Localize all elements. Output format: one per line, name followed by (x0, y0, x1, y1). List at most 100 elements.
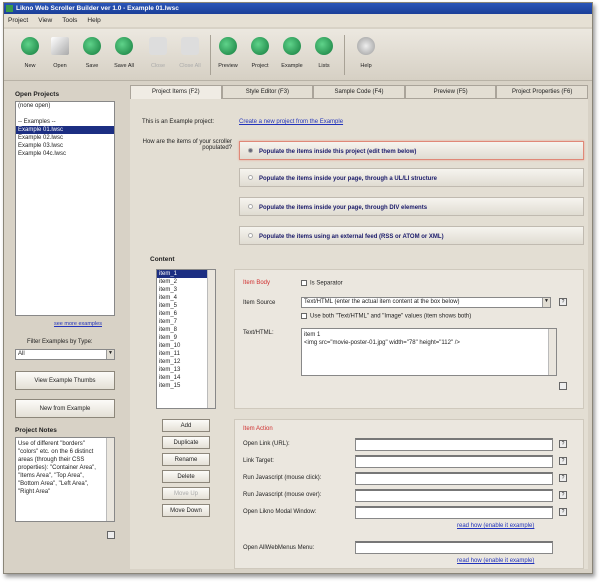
rename-button[interactable]: Rename (162, 453, 210, 466)
help-icon[interactable]: ? (559, 440, 567, 448)
item-body-panel: Item Body Is Separator Item Source Text/… (234, 269, 584, 409)
tab-preview[interactable]: Preview (F5) (404, 85, 497, 99)
chevron-down-icon: ▼ (542, 298, 550, 307)
list-item[interactable]: (none open) (16, 102, 114, 110)
action-field-input[interactable] (355, 438, 553, 451)
help-icon[interactable]: ? (559, 491, 567, 499)
close-all-icon (181, 37, 199, 55)
lists-button[interactable]: Lists (310, 37, 338, 69)
read-how-link[interactable]: read how (enable it example) (457, 558, 534, 564)
move-up-button[interactable]: Move Up (162, 487, 210, 500)
help-icon[interactable]: ? (559, 457, 567, 465)
use-both-checkbox[interactable]: Use both "Text/HTML" and "Image" values … (301, 313, 471, 320)
list-item[interactable]: item_9 (157, 334, 207, 342)
close-all-button[interactable]: Close All (176, 37, 204, 69)
action-field-input[interactable] (355, 489, 553, 502)
filter-value: All (18, 351, 25, 357)
tab-project-items[interactable]: Project Items (F2) (130, 85, 222, 99)
expand-icon[interactable] (107, 531, 115, 539)
items-list[interactable]: item_1 item_2 item_3 item_4 item_5 item_6 item… (156, 269, 216, 409)
populate-option-div[interactable]: Populate the items inside your page, thr… (239, 197, 584, 216)
populate-option-feed[interactable]: Populate the items using an external fee… (239, 226, 584, 245)
separator-checkbox[interactable]: Is Separator (301, 280, 343, 287)
action-field-input[interactable] (355, 455, 553, 468)
tab-sample-code[interactable]: Sample Code (F4) (313, 85, 405, 99)
close-button[interactable]: Close (144, 37, 172, 69)
action-field-label: Run Javascript (mouse over): (243, 492, 322, 498)
create-from-example-link[interactable]: Create a new project from the Example (239, 119, 343, 125)
menu-help[interactable]: Help (87, 17, 100, 24)
list-item[interactable]: Example 04c.lwsc (16, 150, 114, 158)
list-item (16, 110, 114, 118)
list-item[interactable]: item_4 (157, 294, 207, 302)
list-item[interactable]: item_7 (157, 318, 207, 326)
save-all-button[interactable]: Save All (110, 37, 138, 69)
list-item[interactable]: item_1 (157, 270, 207, 278)
tab-style-editor[interactable]: Style Editor (F3) (221, 85, 314, 99)
checkbox[interactable] (301, 313, 307, 319)
help-icon[interactable]: ? (559, 474, 567, 482)
list-item[interactable]: item_13 (157, 366, 207, 374)
see-more-examples-link[interactable]: see more examples (54, 321, 102, 327)
list-item: -- Examples -- (18, 119, 56, 125)
read-how-link[interactable]: read how (enable it example) (457, 523, 534, 529)
item-source-label: Item Source (243, 300, 276, 306)
project-notes-textarea[interactable]: Use of different "borders" "colors" etc.… (15, 437, 115, 522)
label: Close All (179, 63, 201, 69)
filter-select[interactable]: All ▼ (15, 349, 115, 360)
open-projects-list[interactable]: (none open) -- Examples -- Example 01.lw… (15, 101, 115, 316)
scrollbar[interactable] (207, 270, 215, 408)
list-item[interactable]: item_2 (157, 278, 207, 286)
scrollbar[interactable] (548, 329, 556, 375)
preview-button[interactable]: Preview (214, 37, 242, 69)
menu-project[interactable]: Project (8, 17, 28, 24)
label: Project (251, 63, 269, 69)
example-button[interactable]: Example (278, 37, 306, 69)
item-source-select[interactable]: Text/HTML (enter the actual item content… (301, 297, 551, 308)
expand-icon[interactable] (559, 382, 567, 390)
list-item[interactable]: item_15 (157, 382, 207, 390)
new-button[interactable]: New (16, 37, 44, 69)
duplicate-button[interactable]: Duplicate (162, 436, 210, 449)
action-field-input[interactable] (355, 506, 553, 519)
help-button[interactable]: Help (352, 37, 380, 69)
delete-button[interactable]: Delete (162, 470, 210, 483)
tab-project-properties[interactable]: Project Properties (F6) (496, 85, 588, 99)
item-action-label: Item Action (243, 426, 273, 432)
text-html-textarea[interactable]: item 1 <img src="movie-poster-01.jpg" wi… (301, 328, 557, 376)
list-item[interactable]: item_5 (157, 302, 207, 310)
list-item[interactable]: Example 03.lwsc (16, 142, 114, 150)
allwebmenus-input[interactable] (355, 541, 553, 554)
list-item[interactable]: item_10 (157, 342, 207, 350)
add-button[interactable]: Add (162, 419, 210, 432)
help-icon[interactable]: ? (559, 298, 567, 306)
menu-tools[interactable]: Tools (62, 17, 77, 24)
menu-bar: Project View Tools Help (4, 14, 592, 27)
list-item[interactable]: Example 01.lwsc (16, 126, 114, 134)
list-item[interactable]: item_11 (157, 350, 207, 358)
list-item[interactable]: item_12 (157, 358, 207, 366)
save-button[interactable]: Save (78, 37, 106, 69)
list-item[interactable]: item_14 (157, 374, 207, 382)
radio (248, 148, 253, 153)
help-icon[interactable]: ? (559, 508, 567, 516)
checkbox[interactable] (301, 280, 307, 286)
toolbar-separator (344, 35, 345, 75)
new-from-example-button[interactable]: New from Example (15, 399, 115, 418)
view-example-thumbs-button[interactable]: View Example Thumbs (15, 371, 115, 390)
menu-view[interactable]: View (38, 17, 52, 24)
label: Save All (114, 63, 134, 69)
app-window: Likno Web Scroller Builder ver 1.0 - Exa… (3, 2, 593, 574)
list-item[interactable]: Example 02.lwsc (16, 134, 114, 142)
project-button[interactable]: Project (246, 37, 274, 69)
window-title: Likno Web Scroller Builder ver 1.0 - Exa… (16, 5, 179, 12)
list-item[interactable]: item_8 (157, 326, 207, 334)
open-button[interactable]: Open (46, 37, 74, 69)
list-item[interactable]: item_3 (157, 286, 207, 294)
list-item[interactable]: item_6 (157, 310, 207, 318)
scrollbar[interactable] (106, 438, 114, 521)
populate-option-ul-li[interactable]: Populate the items inside your page, thr… (239, 168, 584, 187)
action-field-input[interactable] (355, 472, 553, 485)
move-down-button[interactable]: Move Down (162, 504, 210, 517)
populate-option-project[interactable]: Populate the items inside this project (… (239, 141, 584, 160)
